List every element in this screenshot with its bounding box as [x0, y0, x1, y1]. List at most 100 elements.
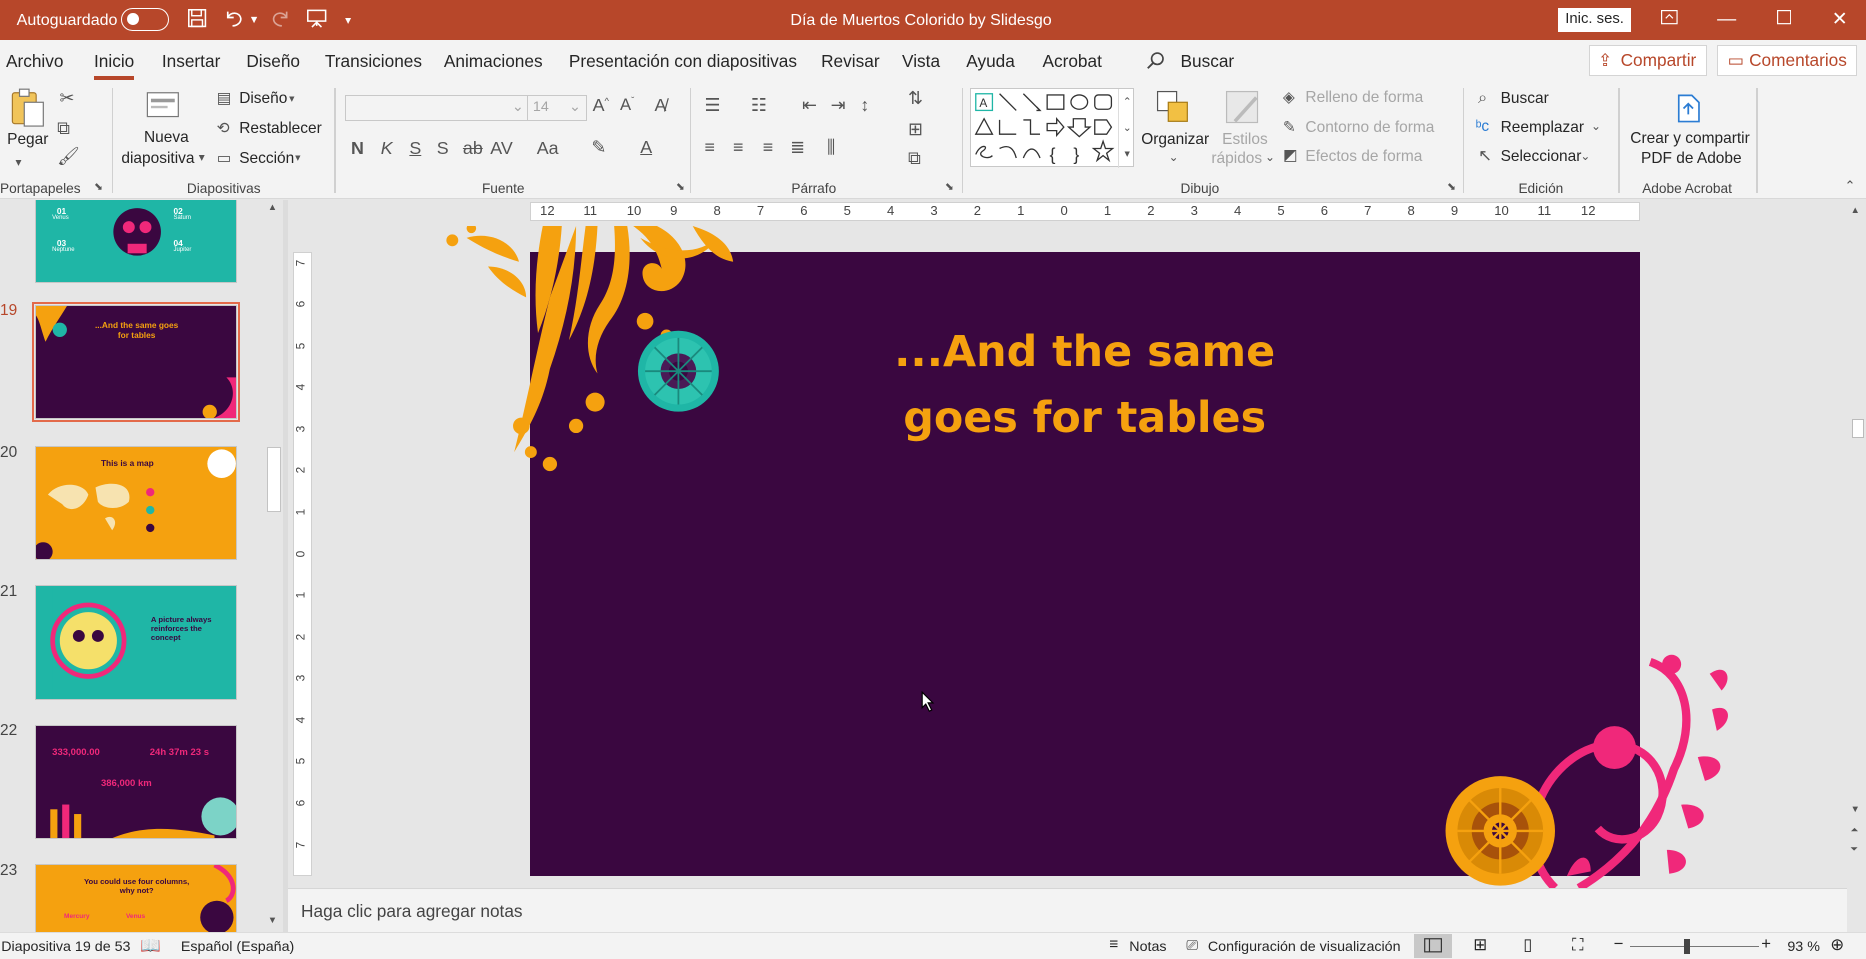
bold-button[interactable]: N	[351, 138, 364, 159]
slide-thumbnails-panel[interactable]: 01 Venus 02 Saturn 03 Neptune 04 Jupiter…	[0, 199, 265, 932]
fill-icon[interactable]: ◈	[1283, 88, 1295, 107]
select-dropdown-icon[interactable]: ⌄	[1580, 149, 1590, 163]
paste-dropdown-icon[interactable]: ▾	[15, 155, 21, 169]
create-pdf-label-2[interactable]: PDF de Adobe	[1641, 150, 1742, 168]
notes-placeholder[interactable]: Haga clic para agregar notas	[301, 901, 523, 922]
thumbnail-scrollbar[interactable]: ▲ ▼	[264, 199, 284, 932]
select-icon[interactable]: ↖	[1478, 146, 1492, 166]
tab-archivo[interactable]: Archivo	[6, 51, 64, 72]
italic-button[interactable]: K	[381, 138, 393, 159]
smartart-icon[interactable]: ⧉	[908, 148, 921, 169]
slide-thumbnail-18[interactable]: 01 Venus 02 Saturn 03 Neptune 04 Jupiter	[34, 199, 237, 284]
font-color-icon[interactable]: A	[640, 137, 652, 158]
layout-icon[interactable]: ▤	[217, 89, 232, 108]
tab-vista[interactable]: Vista	[902, 51, 940, 72]
notes-button[interactable]: Notas	[1129, 939, 1166, 955]
zoom-in-icon[interactable]: +	[1761, 934, 1771, 954]
reading-view-icon[interactable]: ▯	[1523, 935, 1532, 955]
reset-icon[interactable]: ⟲	[217, 119, 230, 138]
section-button[interactable]: Sección	[239, 150, 294, 168]
tab-transiciones[interactable]: Transiciones	[325, 51, 422, 72]
clipboard-launcher-icon[interactable]: ⬊	[94, 180, 103, 193]
scroll-down-icon[interactable]: ▼	[1850, 804, 1859, 815]
justify-icon[interactable]: ≣	[790, 137, 805, 158]
new-slide-icon[interactable]	[145, 88, 183, 126]
shape-fill-button[interactable]: Relleno de forma	[1305, 89, 1423, 107]
font-size-select[interactable]: 14 ⌄	[527, 95, 587, 122]
drawing-launcher-icon[interactable]: ⬊	[1447, 180, 1456, 193]
sign-in-button[interactable]: Inic. ses.	[1557, 8, 1632, 33]
create-pdf-label-1[interactable]: Crear y compartir	[1630, 130, 1749, 148]
zoom-slider[interactable]	[1630, 945, 1759, 948]
zoom-level[interactable]: 93 %	[1787, 939, 1820, 955]
increase-indent-icon[interactable]: ⇥	[831, 95, 846, 116]
next-slide-icon[interactable]: ⏷	[1850, 844, 1858, 855]
maximize-icon[interactable]	[1756, 5, 1811, 36]
section-icon[interactable]: ▭	[217, 149, 232, 168]
numbering-icon[interactable]: ☷	[751, 95, 767, 116]
scrollbar-thumb[interactable]	[1851, 418, 1864, 438]
align-text-icon[interactable]: ⊞	[908, 119, 923, 140]
display-settings-button[interactable]: Configuración de visualización	[1208, 939, 1401, 955]
text-direction-icon[interactable]: ⇅	[908, 88, 923, 109]
arrange-button[interactable]: Organizar	[1141, 131, 1209, 149]
collapse-ribbon-icon[interactable]: ⌃	[1845, 178, 1856, 194]
language-label[interactable]: Español (España)	[181, 939, 294, 955]
paste-label[interactable]: Pegar	[7, 131, 48, 149]
change-case-button[interactable]: Aa	[537, 138, 559, 159]
select-button[interactable]: Seleccionar	[1501, 148, 1582, 166]
tab-revisar[interactable]: Revisar	[821, 51, 879, 72]
editor-scrollbar[interactable]: ▲ ▼ ⏶ ⏷	[1846, 199, 1866, 888]
tab-diseno[interactable]: Diseño	[246, 51, 300, 72]
shapes-gallery[interactable]: A {} ⌃ ⌄ ▾	[969, 88, 1135, 168]
cut-icon[interactable]: ✂	[60, 88, 75, 109]
layout-button[interactable]: Diseño	[239, 90, 287, 108]
previous-slide-icon[interactable]: ⏶	[1850, 825, 1858, 836]
quick-styles-label-1[interactable]: Estilos	[1222, 131, 1268, 149]
underline-button[interactable]: S	[409, 138, 421, 159]
tab-acrobat[interactable]: Acrobat	[1042, 51, 1101, 72]
slide-sorter-icon[interactable]: ⊞	[1473, 935, 1487, 955]
find-icon[interactable]: ⌕	[1478, 88, 1487, 108]
bullets-icon[interactable]: ☰	[704, 95, 720, 116]
search-box[interactable]: Buscar	[1180, 51, 1234, 72]
shadow-button[interactable]: S	[437, 138, 449, 159]
slide-thumbnail-22[interactable]: 333,000.00 24h 37m 23 s 386,000 km	[34, 724, 237, 839]
shape-effects-button[interactable]: Efectos de forma	[1305, 148, 1422, 166]
align-center-icon[interactable]: ≡	[733, 137, 743, 158]
line-spacing-icon[interactable]: ↕	[860, 95, 869, 116]
paragraph-launcher-icon[interactable]: ⬊	[945, 180, 954, 193]
columns-icon[interactable]: ⫼	[827, 137, 835, 158]
align-left-icon[interactable]: ≡	[704, 137, 714, 158]
quick-styles-dropdown-icon[interactable]: ⌄	[1265, 150, 1275, 164]
zoom-slider-thumb[interactable]	[1683, 938, 1690, 955]
shapes-scroll-icon[interactable]: ⌃ ⌄ ▾	[1118, 89, 1135, 168]
replace-button[interactable]: Reemplazar	[1501, 119, 1584, 137]
scrollbar-thumb[interactable]	[266, 447, 281, 512]
horizontal-ruler[interactable]: 12 11 10 9 8 7 6 5 4 3 2 1 0 1 2 3 4 5 6 7 8 9 10 11 12	[529, 202, 1640, 222]
notes-pane[interactable]: Haga clic para agregar notas	[287, 887, 1847, 932]
copy-icon[interactable]: ⧉	[57, 118, 70, 139]
section-dropdown-icon[interactable]: ▾	[295, 151, 300, 164]
replace-icon[interactable]: ᵇc	[1476, 118, 1490, 136]
align-right-icon[interactable]: ≡	[763, 137, 773, 158]
highlight-color-icon[interactable]: ✎	[591, 137, 606, 158]
display-settings-icon[interactable]: ⎚	[1186, 938, 1197, 954]
scroll-down-icon[interactable]: ▼	[268, 915, 277, 926]
slide-thumbnail-23[interactable]: You could use four columns, why not? Mer…	[34, 863, 237, 932]
slideshow-icon[interactable]: ⛶	[1572, 935, 1584, 955]
reset-button[interactable]: Restablecer	[239, 120, 322, 138]
quick-styles-label-2[interactable]: rápidos	[1211, 150, 1262, 168]
comments-button[interactable]: ▭ Comentarios	[1717, 45, 1858, 77]
tab-presentacion[interactable]: Presentación con diapositivas	[569, 51, 797, 72]
minimize-icon[interactable]: —	[1699, 5, 1754, 36]
tab-insertar[interactable]: Insertar	[162, 51, 220, 72]
close-icon[interactable]: ✕	[1812, 5, 1866, 36]
clear-format-icon[interactable]: A̸	[655, 95, 667, 116]
slide-thumbnail-20[interactable]: This is a map	[34, 446, 237, 561]
tab-animaciones[interactable]: Animaciones	[444, 51, 543, 72]
effects-icon[interactable]: ◩	[1283, 146, 1298, 165]
arrange-dropdown-icon[interactable]: ⌄	[1169, 150, 1179, 164]
slide-thumbnail-19[interactable]: ...And the same goes for tables	[31, 301, 240, 423]
layout-dropdown-icon[interactable]: ▾	[289, 92, 294, 105]
